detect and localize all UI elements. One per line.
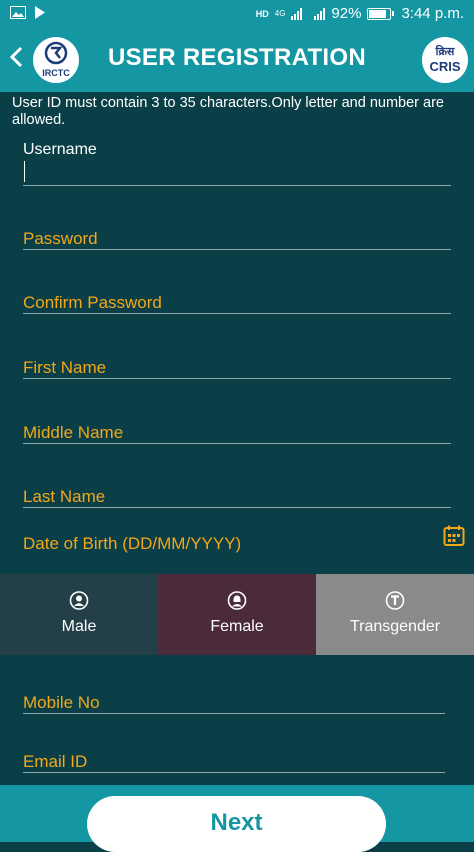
password-label: Password (23, 229, 98, 248)
first-name-field[interactable]: First Name (23, 358, 451, 380)
last-name-field[interactable]: Last Name (23, 487, 451, 509)
status-bar: HD 4G 92% 3:44 p.m. (0, 0, 474, 28)
user-icon (69, 591, 89, 610)
calendar-icon[interactable] (443, 525, 465, 547)
gender-male-button[interactable]: Male (0, 574, 158, 655)
signal-icon (291, 7, 303, 20)
transgender-icon (385, 591, 405, 610)
username-hint: User ID must contain 3 to 35 characters.… (12, 95, 444, 128)
signal-icon (314, 7, 326, 20)
last-name-label: Last Name (23, 487, 106, 506)
username-label: Username (23, 141, 97, 158)
password-field[interactable]: Password (23, 229, 451, 251)
confirm-password-field[interactable]: Confirm Password (23, 293, 451, 315)
gender-female-label: Female (210, 618, 264, 635)
first-name-label: First Name (23, 358, 107, 377)
email-field[interactable]: Email ID (23, 752, 445, 774)
mobile-underline (23, 713, 445, 714)
text-cursor (24, 161, 25, 182)
battery-icon (367, 7, 395, 20)
email-label: Email ID (23, 752, 88, 771)
dob-field[interactable]: Date of Birth (DD/MM/YYYY) (23, 534, 241, 554)
page-title: USER REGISTRATION (107, 44, 366, 71)
email-underline (23, 772, 445, 773)
play-icon (34, 6, 46, 23)
gender-female-button[interactable]: Female (158, 574, 316, 655)
confirm-password-underline (23, 313, 451, 314)
confirm-password-label: Confirm Password (23, 293, 162, 312)
middle-name-underline (23, 443, 451, 444)
gender-selector: Male Female Transgender (0, 574, 474, 655)
middle-name-field[interactable]: Middle Name (23, 423, 451, 445)
battery-percent: 92% (331, 5, 362, 22)
cris-logo-hindi: क्रिस (435, 46, 455, 58)
gender-transgender-button[interactable]: Transgender (316, 574, 474, 655)
username-underline (23, 185, 451, 186)
last-name-underline (23, 507, 451, 508)
cris-logo: क्रिस CRIS (422, 37, 468, 83)
network-label: 4G (274, 9, 286, 18)
username-field[interactable]: Username (23, 141, 451, 187)
image-icon (10, 6, 26, 23)
middle-name-label: Middle Name (23, 423, 124, 442)
gender-male-label: Male (61, 618, 97, 635)
hd-label: HD (255, 8, 269, 19)
mobile-field[interactable]: Mobile No (23, 693, 445, 715)
clock: 3:44 p.m. (401, 5, 464, 22)
cris-logo-text: CRIS (429, 59, 461, 74)
first-name-underline (23, 378, 451, 379)
password-underline (23, 249, 451, 250)
app-bar: IRCTC USER REGISTRATION क्रिस CRIS (0, 28, 474, 92)
mobile-label: Mobile No (23, 693, 100, 712)
gender-transgender-label: Transgender (349, 618, 441, 635)
female-icon (227, 591, 247, 610)
next-button[interactable]: Next (87, 796, 386, 852)
